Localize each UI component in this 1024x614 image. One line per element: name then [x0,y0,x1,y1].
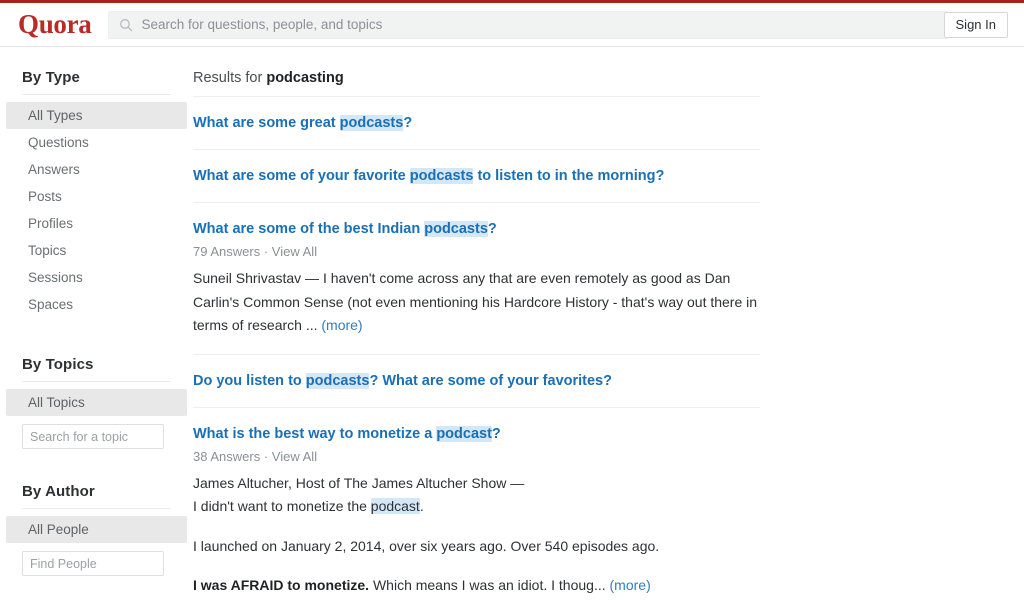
snippet-body: I didn't want to monetize the [193,498,371,514]
snippet-body: . [419,498,424,514]
section-divider [22,381,171,382]
title-text: What are some great [193,115,340,131]
snippet-byline: James Altucher, Host of The James Altuch… [193,474,525,491]
snippet-paragraph: Suneil Shrivastav — I haven't come acros… [193,267,760,338]
result-meta: 79 Answers · View All [193,243,760,260]
result-title-link[interactable]: What are some of the best Indian podcast… [193,220,760,239]
sign-in-button[interactable]: Sign In [943,12,1008,38]
section-heading-by-type: By Type [22,69,80,86]
sidebar-item-all-people[interactable]: All People [6,516,187,543]
result-item: What are some great podcasts? [193,97,760,149]
result-title-link[interactable]: What are some great podcasts? [193,114,760,133]
title-text: ? [491,425,501,442]
sidebar-item-sessions[interactable]: Sessions [6,264,187,291]
query-highlight: podcasts [305,372,370,389]
answers-count: 79 Answers [193,244,261,259]
results-for-prefix: Results for [193,70,263,86]
sidebar-item-questions[interactable]: Questions [6,129,187,156]
sidebar-item-posts[interactable]: Posts [6,183,187,210]
section-divider [22,508,171,509]
snippet-author: Suneil Shrivastav [193,270,302,286]
topic-search-input[interactable] [22,424,164,449]
meta-separator: · [263,448,269,464]
query-highlight: podcasts [409,168,474,184]
query-highlight: podcast [370,498,420,514]
snippet-bold-lead: I was AFRAID to monetize. [193,577,370,593]
result-snippet: James Altucher, Host of The James Altuch… [193,472,760,598]
sidebar-item-spaces[interactable]: Spaces [6,291,187,318]
snippet-paragraph: I didn't want to monetize the podcast. [193,495,760,519]
title-text: What are some of your favorite [193,168,410,184]
title-text: ? [487,221,497,237]
search-icon [119,18,132,31]
result-meta: 38 Answers · View All [193,448,760,465]
filter-section-by-type: By Type All Types Questions Answers Post… [0,69,193,318]
answers-count: 38 Answers [193,448,261,464]
section-divider [22,94,171,95]
result-title-link[interactable]: Do you listen to podcasts? What are some… [193,372,760,391]
people-search-input[interactable] [22,551,164,576]
search-bar[interactable] [107,10,948,39]
more-link[interactable]: (more) [610,577,651,593]
snippet-paragraph: I launched on January 2, 2014, over six … [193,537,660,554]
title-text: Do you listen to [193,372,306,389]
result-item: Do you listen to podcasts? What are some… [193,355,760,407]
title-text: ? What are some of your favorites? [369,372,612,389]
result-title-link[interactable]: What is the best way to monetize a podca… [193,425,760,444]
more-link[interactable]: (more) [321,317,362,333]
sidebar-item-all-topics[interactable]: All Topics [6,389,187,416]
title-text: to listen to in the morning? [473,168,665,184]
result-item: What is the best way to monetize a podca… [193,408,760,614]
query-highlight: podcasts [339,115,404,131]
sidebar-item-all-types[interactable]: All Types [6,102,187,129]
title-text: ? [403,115,413,131]
title-text: What is the best way to monetize a [193,425,437,442]
title-text: What are some of the best Indian [193,221,425,237]
sidebar-item-profiles[interactable]: Profiles [6,210,187,237]
section-heading-by-topics: By Topics [22,356,94,373]
search-input[interactable] [141,17,937,32]
search-results-column: Results for podcasting What are some gre… [193,47,1024,614]
query-highlight: podcasts [424,221,488,237]
result-snippet: Suneil Shrivastav — I haven't come acros… [193,267,760,338]
sidebar-item-answers[interactable]: Answers [6,156,187,183]
section-heading-by-author: By Author [22,483,95,500]
result-title-link[interactable]: What are some of your favorite podcasts … [193,167,760,186]
snippet-body: Which means I was an idiot. I thoug... [369,577,610,593]
filters-sidebar: By Type All Types Questions Answers Post… [0,47,193,580]
meta-separator: · [263,244,269,259]
sidebar-item-topics[interactable]: Topics [6,237,187,264]
view-all-link[interactable]: View All [272,449,317,464]
snippet-paragraph: I was AFRAID to monetize. Which means I … [193,574,760,598]
filter-section-by-author: By Author All People [0,483,193,576]
query-highlight: podcast [436,425,492,442]
view-all-link[interactable]: View All [272,244,317,259]
filter-section-by-topics: By Topics All Topics [0,356,193,449]
result-item: What are some of the best Indian podcast… [193,203,760,354]
site-header: Quora Sign In [0,3,1024,47]
page-body: By Type All Types Questions Answers Post… [0,47,1024,614]
search-query-term: podcasting [266,70,344,86]
results-for-label: Results for podcasting [193,69,760,96]
quora-logo[interactable]: Quora [18,11,92,38]
result-item: What are some of your favorite podcasts … [193,150,760,202]
